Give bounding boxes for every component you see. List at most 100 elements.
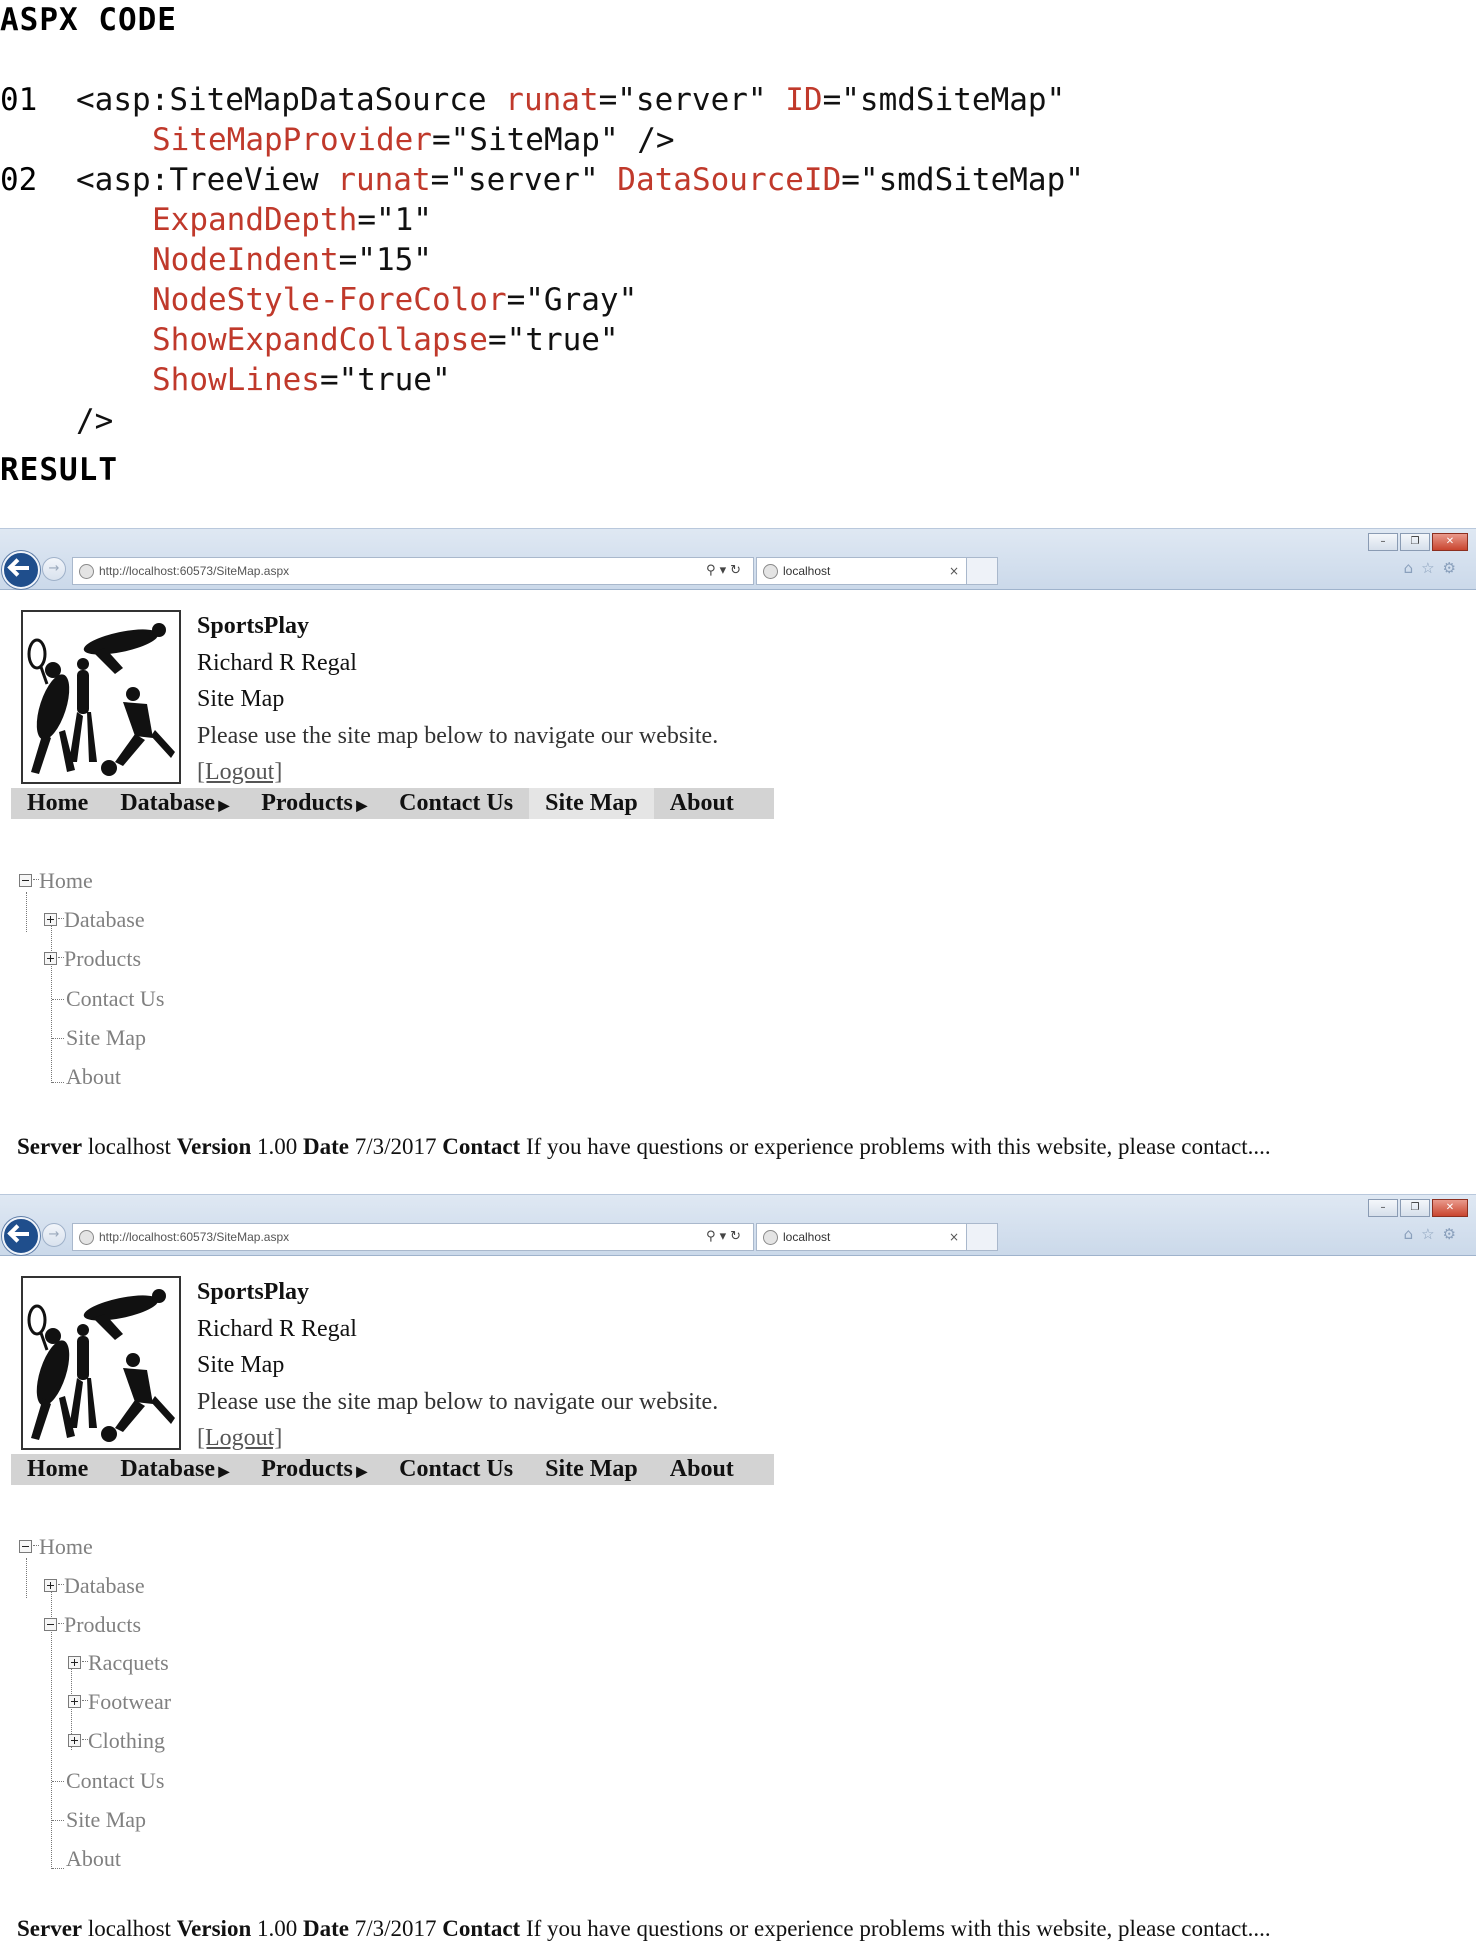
new-tab-button[interactable] [966, 1223, 998, 1251]
favorites-icon[interactable]: ☆ [1421, 1225, 1442, 1243]
tree-node-site-map[interactable]: Site Map [66, 1805, 146, 1835]
tree-node-products[interactable]: Products [44, 944, 141, 974]
tree-node-footwear[interactable]: Footwear [68, 1687, 171, 1717]
menu-label: Database [120, 790, 215, 816]
footer-value: localhost [87, 1916, 171, 1941]
back-button[interactable] [2, 551, 40, 589]
menu-item-home[interactable]: Home [11, 788, 104, 819]
code-value: ="smdSiteMap" [822, 82, 1066, 118]
close-icon[interactable]: ✕ [1432, 1199, 1468, 1217]
footer-value: 7/3/2017 [354, 1134, 437, 1159]
tree-node-site-map[interactable]: Site Map [66, 1023, 146, 1053]
collapse-icon[interactable] [44, 1618, 57, 1632]
logout-link[interactable]: [Logout] [197, 754, 718, 791]
collapse-icon[interactable] [19, 1540, 32, 1554]
menu-label: Products [261, 790, 353, 816]
menu-label: Products [261, 1456, 353, 1482]
browser-toolbar-icons: ⌂☆⚙ [1404, 559, 1464, 577]
tree-node-database[interactable]: Database [44, 1571, 145, 1601]
tree-line [52, 1082, 64, 1083]
menu-item-site-map[interactable]: Site Map [529, 1454, 654, 1485]
tree-node-home[interactable]: Home [19, 1532, 93, 1562]
tree-node-about[interactable]: About [66, 1062, 121, 1092]
node-label: Contact Us [66, 1768, 165, 1793]
footer-value: 1.00 [257, 1916, 298, 1941]
menu-label: Contact Us [399, 790, 514, 816]
search-refresh-icons[interactable]: ⚲▾↻ [706, 558, 745, 584]
minimize-icon[interactable]: – [1368, 1199, 1398, 1217]
tree-node-products[interactable]: Products [44, 1610, 141, 1640]
forward-button[interactable]: → [42, 1223, 66, 1247]
menu-item-home[interactable]: Home [11, 1454, 104, 1485]
new-tab-button[interactable] [966, 557, 998, 585]
tab-favicon-icon [763, 1230, 778, 1245]
node-label: Home [39, 868, 93, 893]
menu-item-products[interactable]: Products ▶ [245, 1454, 383, 1485]
minimize-icon[interactable]: – [1368, 533, 1398, 551]
expand-icon[interactable] [68, 1656, 81, 1670]
footer-label: Contact [442, 1134, 521, 1159]
home-icon[interactable]: ⌂ [1404, 559, 1422, 577]
menu-item-products[interactable]: Products ▶ [245, 788, 383, 819]
expand-icon[interactable] [44, 1579, 57, 1593]
back-button[interactable] [2, 1217, 40, 1255]
page-icon [79, 564, 94, 579]
tree-node-database[interactable]: Database [44, 905, 145, 935]
tab-close-icon[interactable]: × [949, 558, 959, 584]
browser-tab[interactable]: localhost × [756, 557, 968, 585]
favorites-icon[interactable]: ☆ [1421, 559, 1442, 577]
footer-value: If you have questions or experience prob… [525, 1916, 1271, 1941]
restore-icon[interactable]: ❐ [1400, 533, 1430, 551]
footer-label: Contact [442, 1916, 521, 1941]
tree-line [58, 1623, 64, 1625]
page-intro: Please use the site map below to navigat… [197, 722, 719, 749]
browser-tab[interactable]: localhost × [756, 1223, 968, 1251]
expand-icon[interactable] [68, 1695, 81, 1709]
code-attr: DataSourceID [617, 162, 842, 198]
page-title: Site Map [197, 1352, 285, 1378]
code-attr-line: ExpandDepth="1" [152, 200, 432, 240]
settings-gear-icon[interactable]: ⚙ [1443, 1225, 1464, 1243]
browser-chrome: – ❐ ✕ → http://localhost:60573/SiteMap.a… [0, 1194, 1476, 1256]
forward-button[interactable]: → [42, 557, 66, 581]
menu-item-contact-us[interactable]: Contact Us [383, 1454, 529, 1485]
menu-item-database[interactable]: Database ▶ [104, 788, 245, 819]
code-attr: runat [505, 82, 599, 118]
address-bar[interactable]: http://localhost:60573/SiteMap.aspx ⚲▾↻ [72, 1223, 754, 1251]
tree-line [52, 1820, 64, 1821]
tree-node-about[interactable]: About [66, 1844, 121, 1874]
expand-icon[interactable] [44, 913, 57, 927]
node-label: Products [64, 946, 141, 971]
footer-value: If you have questions or experience prob… [525, 1134, 1271, 1159]
search-refresh-icons[interactable]: ⚲▾↻ [706, 1224, 745, 1250]
expand-icon[interactable] [44, 952, 57, 966]
home-icon[interactable]: ⌂ [1404, 1225, 1422, 1243]
tree-node-contact-us[interactable]: Contact Us [66, 1766, 164, 1796]
tree-node-home[interactable]: Home [19, 866, 93, 896]
logout-link[interactable]: [Logout] [197, 1420, 718, 1457]
close-icon[interactable]: ✕ [1432, 533, 1468, 551]
menu-item-about[interactable]: About [654, 1454, 750, 1485]
menu-item-database[interactable]: Database ▶ [104, 1454, 245, 1485]
tree-node-clothing[interactable]: Clothing [68, 1726, 165, 1756]
node-label: Site Map [66, 1807, 147, 1832]
menu-item-about[interactable]: About [654, 788, 750, 819]
code-tag: <asp:SiteMapDataSource [76, 82, 487, 118]
settings-gear-icon[interactable]: ⚙ [1443, 559, 1464, 577]
tree-node-contact-us[interactable]: Contact Us [66, 984, 164, 1014]
tree-node-racquets[interactable]: Racquets [68, 1648, 169, 1678]
expand-icon[interactable] [68, 1734, 81, 1748]
menu-item-contact-us[interactable]: Contact Us [383, 788, 529, 819]
sports-silhouettes-icon [27, 1289, 175, 1442]
menu-item-site-map[interactable]: Site Map [529, 788, 654, 819]
tab-close-icon[interactable]: × [949, 1224, 959, 1250]
collapse-icon[interactable] [19, 874, 32, 888]
restore-icon[interactable]: ❐ [1400, 1199, 1430, 1217]
code-value: ="smdSiteMap" [841, 162, 1084, 198]
tab-title: localhost [783, 564, 831, 578]
tree-line [52, 1868, 64, 1869]
user-name: Richard R Regal [197, 1315, 357, 1342]
address-bar[interactable]: http://localhost:60573/SiteMap.aspx ⚲▾↻ [72, 557, 754, 585]
code-tag: <asp:TreeView [76, 162, 319, 198]
code-value: ="true" [319, 362, 451, 398]
